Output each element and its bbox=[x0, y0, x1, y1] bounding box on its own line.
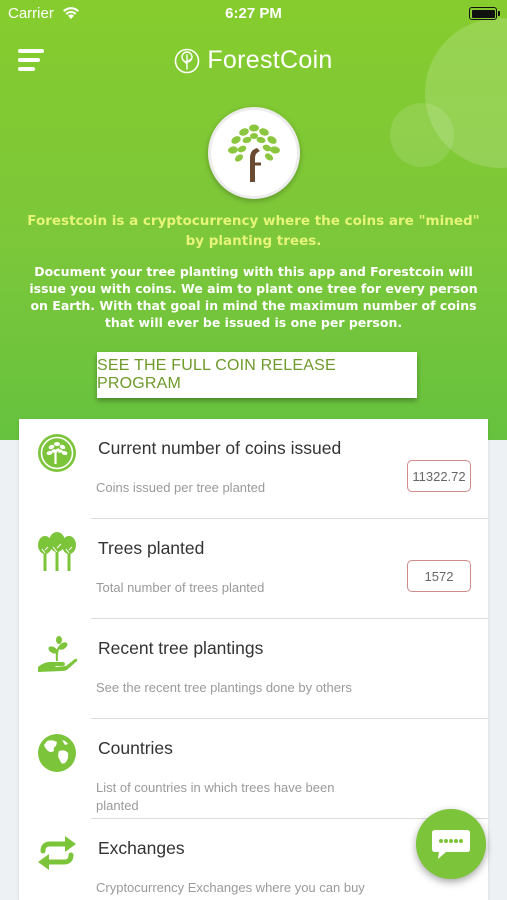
tree-emblem-icon bbox=[228, 124, 280, 182]
tree-coin-icon bbox=[38, 434, 76, 472]
row-subtitle: Cryptocurrency Exchanges where you can b… bbox=[96, 880, 365, 895]
list-item-countries[interactable]: Countries List of countries in which tre… bbox=[19, 719, 488, 819]
row-subtitle: Total number of trees planted bbox=[96, 580, 265, 595]
chat-button[interactable] bbox=[416, 809, 486, 879]
hero-description: Document your tree planting with this ap… bbox=[29, 264, 478, 330]
row-subtitle: Coins issued per tree planted bbox=[96, 480, 266, 495]
trees-planted-value: 1572 bbox=[407, 560, 471, 592]
globe-icon bbox=[38, 734, 76, 772]
status-bar: Carrier 6:27 PM bbox=[0, 0, 507, 28]
row-title: Countries bbox=[98, 738, 173, 758]
row-title: Recent tree plantings bbox=[98, 638, 264, 658]
row-title: Current number of coins issued bbox=[98, 438, 342, 458]
trees-icon bbox=[38, 532, 76, 571]
battery-icon bbox=[469, 7, 500, 20]
list-item-coins-issued[interactable]: Current number of coins issued Coins iss… bbox=[19, 419, 488, 519]
row-subtitle: See the recent tree plantings done by ot… bbox=[96, 680, 352, 695]
row-title: Trees planted bbox=[98, 538, 205, 558]
list-item-recent-plantings[interactable]: Recent tree plantings See the recent tre… bbox=[19, 619, 488, 719]
coin-release-program-button[interactable]: SEE THE FULL COIN RELEASE PROGRAM bbox=[97, 352, 417, 398]
list-item-trees-planted[interactable]: Trees planted Total number of trees plan… bbox=[19, 519, 488, 619]
decorative-circle bbox=[390, 103, 454, 167]
brand-title: ForestCoin bbox=[207, 46, 333, 74]
coins-issued-value: 11322.72 bbox=[407, 460, 471, 492]
status-time: 6:27 PM bbox=[225, 5, 282, 22]
hero-tagline: Forestcoin is a cryptocurrency where the… bbox=[27, 213, 480, 249]
brand-header: ForestCoin bbox=[0, 46, 507, 75]
exchange-arrows-icon bbox=[38, 836, 76, 870]
row-title: Exchanges bbox=[98, 838, 185, 858]
sprout-hand-icon bbox=[38, 636, 78, 672]
forestcoin-logo-icon bbox=[175, 48, 200, 73]
row-subtitle: List of countries in which trees have be… bbox=[96, 780, 335, 813]
stats-card: Current number of coins issued Coins iss… bbox=[19, 419, 488, 900]
hero-section: Carrier 6:27 PM ForestCoin Forestcoin is… bbox=[0, 0, 507, 440]
tree-logo bbox=[208, 107, 300, 199]
chat-bubble-icon bbox=[432, 830, 470, 859]
